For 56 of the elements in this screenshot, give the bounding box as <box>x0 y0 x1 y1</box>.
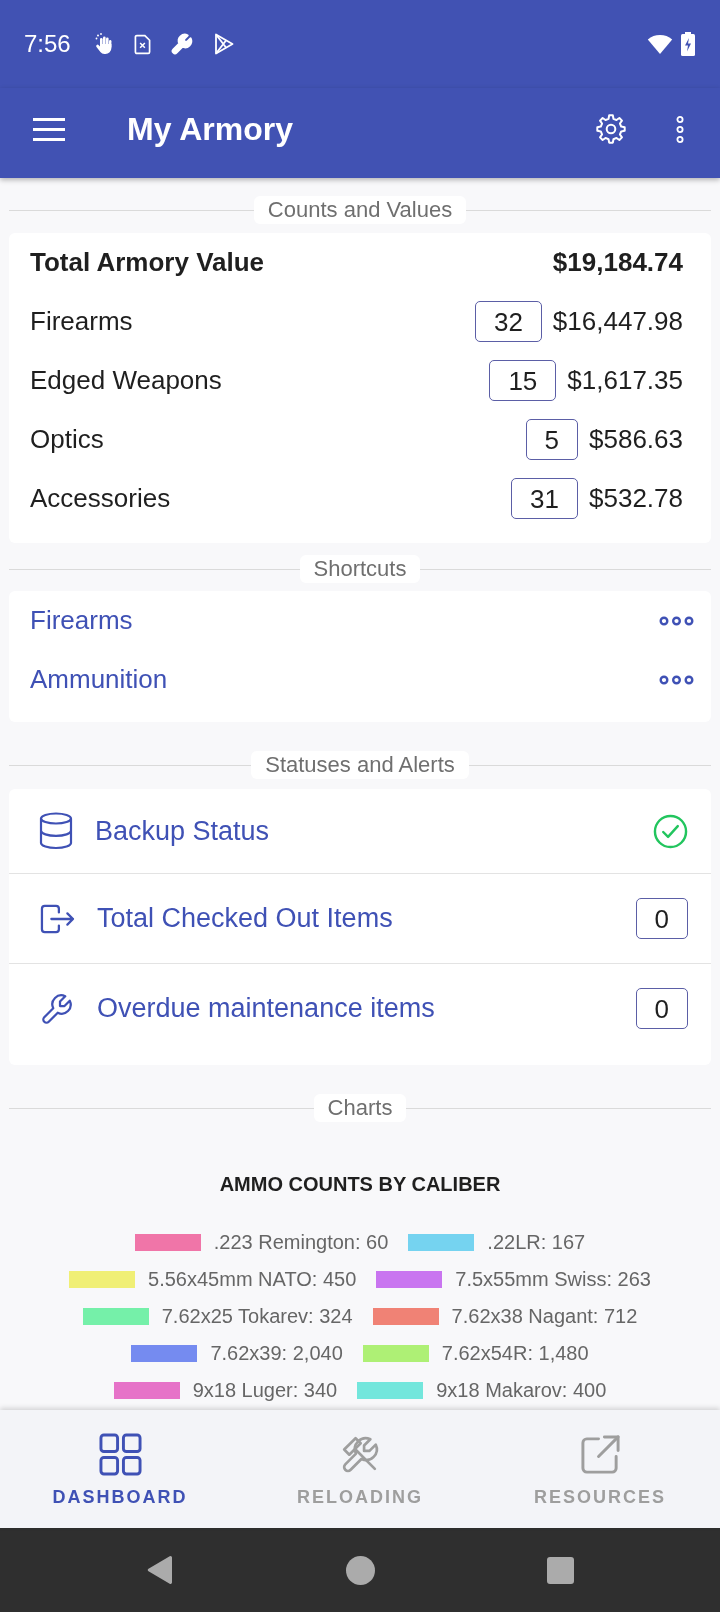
legend-label: 7.62x39: 2,040 <box>210 1342 343 1365</box>
clock-time: 7:56 <box>24 30 71 58</box>
legend-label: 7.5x55mm Swiss: 263 <box>455 1268 651 1291</box>
legend-label: 9x18 Makarov: 400 <box>436 1379 607 1402</box>
count-badge: 0 <box>635 988 688 1029</box>
more-dots-icon[interactable] <box>659 615 694 626</box>
status-label[interactable]: Overdue maintenance items <box>97 993 435 1024</box>
total-label: Total Armory Value <box>30 247 265 278</box>
legend-label: 7.62x54R: 1,480 <box>441 1342 589 1365</box>
shortcut-link[interactable]: Ammunition <box>30 664 168 695</box>
status-label[interactable]: Total Checked Out Items <box>97 903 393 934</box>
count-badge: 31 <box>511 478 578 519</box>
external-link-icon <box>578 1433 622 1476</box>
category-label: Accessories <box>30 483 171 514</box>
home-icon[interactable] <box>346 1555 375 1585</box>
menu-icon[interactable] <box>33 117 65 141</box>
section-heading: Charts <box>313 1094 407 1122</box>
legend-label: 9x18 Luger: 340 <box>192 1379 338 1402</box>
count-badge: 0 <box>635 898 688 939</box>
legend-label: 5.56x45mm NATO: 450 <box>148 1268 357 1291</box>
category-value: $532.78 <box>589 483 683 514</box>
category-value: $586.63 <box>589 424 683 455</box>
category-value: $1,617.35 <box>567 365 683 396</box>
exit-arrow-icon <box>39 902 75 935</box>
category-value: $16,447.98 <box>552 306 683 337</box>
shortcut-link[interactable]: Firearms <box>30 605 133 636</box>
wifi-icon <box>647 33 673 55</box>
battery-icon <box>681 32 695 56</box>
count-badge: 15 <box>489 360 557 401</box>
more-vertical-icon[interactable] <box>676 115 684 143</box>
legend-label: .22LR: 167 <box>487 1231 586 1254</box>
play-triangle-icon <box>212 32 235 56</box>
wrench-icon <box>169 32 194 56</box>
count-badge: 32 <box>474 301 542 342</box>
recents-icon[interactable] <box>547 1556 574 1584</box>
settings-icon[interactable] <box>596 114 626 144</box>
count-badge: 5 <box>525 419 578 460</box>
category-label: Firearms <box>30 306 133 337</box>
more-dots-icon[interactable] <box>659 674 694 685</box>
section-heading: Statuses and Alerts <box>251 751 469 779</box>
legend-label: .223 Remington: 60 <box>213 1231 389 1254</box>
section-heading: Shortcuts <box>299 555 421 583</box>
sim-card-icon <box>133 33 151 55</box>
app-title: My Armory <box>127 110 293 148</box>
nav-tab[interactable]: DASHBOARD <box>0 1410 240 1528</box>
legend-label: 7.62x25 Tokarev: 324 <box>161 1305 353 1328</box>
section-heading: Counts and Values <box>253 196 467 224</box>
total-value: $19,184.74 <box>552 247 683 278</box>
back-icon[interactable] <box>146 1555 174 1585</box>
grid-icon <box>98 1433 142 1476</box>
category-label: Optics <box>30 424 104 455</box>
database-icon <box>39 812 73 850</box>
category-label: Edged Weapons <box>30 365 222 396</box>
legend-label: 7.62x38 Nagant: 712 <box>451 1305 638 1328</box>
status-label[interactable]: Backup Status <box>95 815 270 847</box>
chart-title: AMMO COUNTS BY CALIBER <box>219 1173 501 1195</box>
